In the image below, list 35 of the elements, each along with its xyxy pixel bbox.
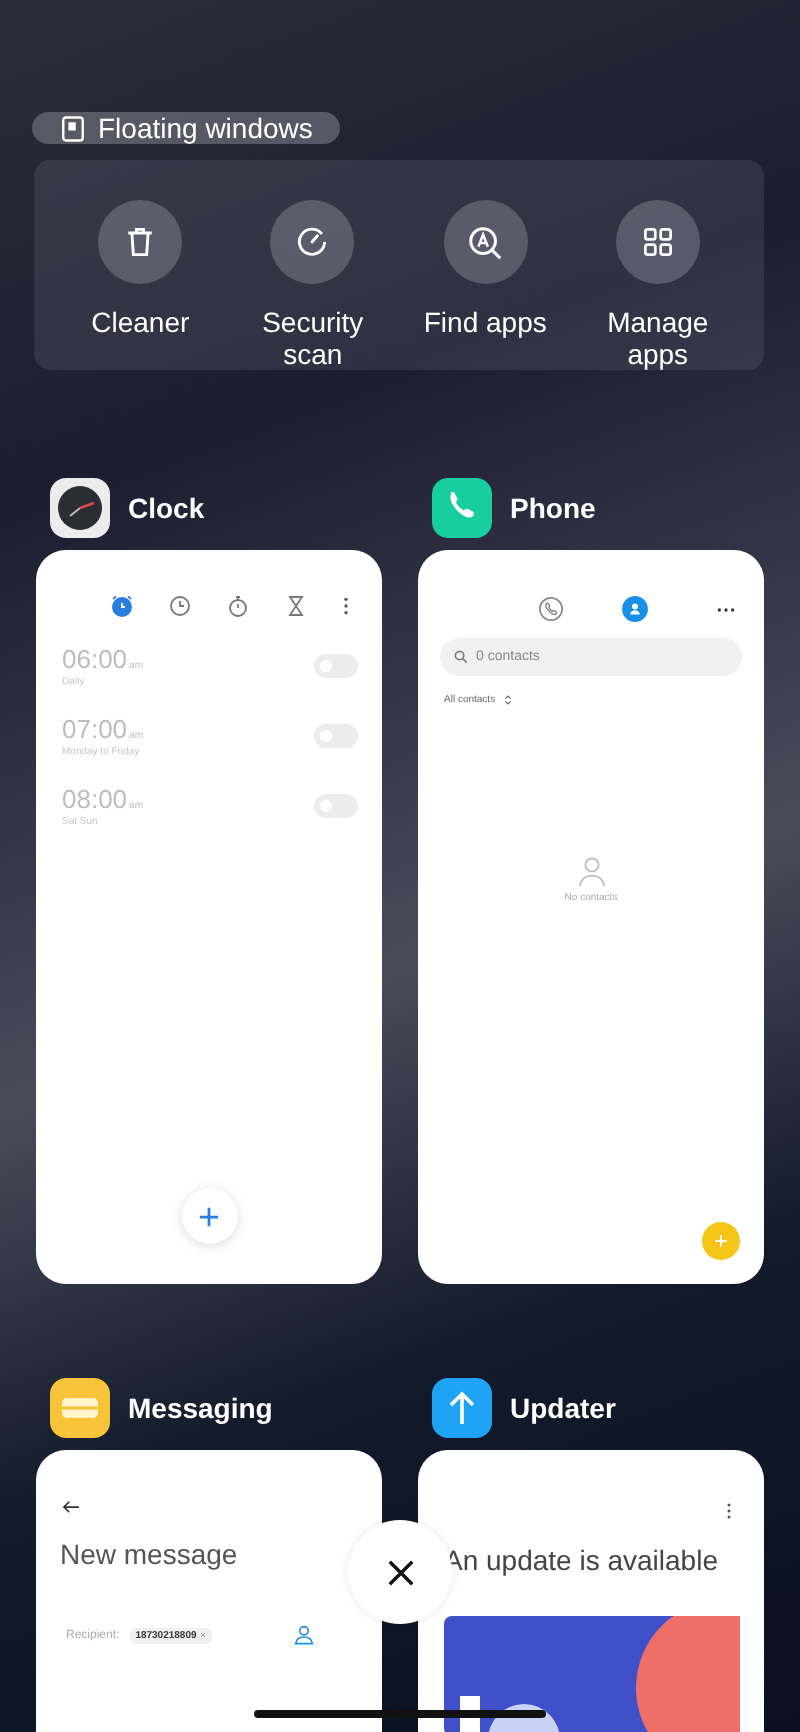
compose-title: New message bbox=[60, 1538, 240, 1570]
app-name: Clock bbox=[128, 492, 205, 524]
plus-icon bbox=[198, 1205, 220, 1227]
grid-icon bbox=[639, 224, 676, 260]
floating-windows-button[interactable]: Floating windows bbox=[32, 112, 341, 144]
magnifier-icon bbox=[466, 223, 505, 261]
more-icon[interactable] bbox=[342, 596, 350, 616]
clock-tab[interactable] bbox=[110, 594, 134, 618]
more-icon[interactable] bbox=[726, 1502, 732, 1520]
shortcut-button[interactable]: Security scan bbox=[226, 160, 399, 370]
clock-tab[interactable] bbox=[284, 594, 308, 618]
shortcut-button[interactable]: Cleaner bbox=[54, 160, 227, 370]
person-icon bbox=[577, 856, 605, 888]
gauge-icon bbox=[294, 224, 331, 260]
message-icon[interactable] bbox=[50, 1378, 110, 1438]
plus-icon bbox=[714, 1234, 728, 1248]
remove-icon[interactable] bbox=[200, 1632, 207, 1638]
more-icon[interactable] bbox=[716, 605, 736, 613]
person-icon[interactable] bbox=[294, 1624, 315, 1646]
window-icon bbox=[62, 115, 84, 141]
back-arrow-icon[interactable] bbox=[62, 1500, 80, 1514]
clock-tab[interactable] bbox=[168, 594, 192, 618]
close-icon bbox=[385, 1557, 415, 1587]
shortcut-button[interactable]: Find apps bbox=[399, 160, 572, 370]
phone-icon[interactable] bbox=[432, 478, 492, 538]
shortcut-button[interactable]: Manage apps bbox=[571, 160, 744, 370]
sort-icon bbox=[503, 694, 512, 706]
clock-tab[interactable] bbox=[226, 594, 250, 618]
phone-tab[interactable] bbox=[538, 596, 564, 622]
phone-tab[interactable] bbox=[622, 596, 648, 622]
app-name: Messaging bbox=[128, 1392, 273, 1424]
clock-icon[interactable] bbox=[50, 478, 110, 538]
app-name: Updater bbox=[510, 1392, 616, 1424]
add-alarm-button[interactable] bbox=[181, 1188, 237, 1244]
app-name: Phone bbox=[510, 492, 596, 524]
